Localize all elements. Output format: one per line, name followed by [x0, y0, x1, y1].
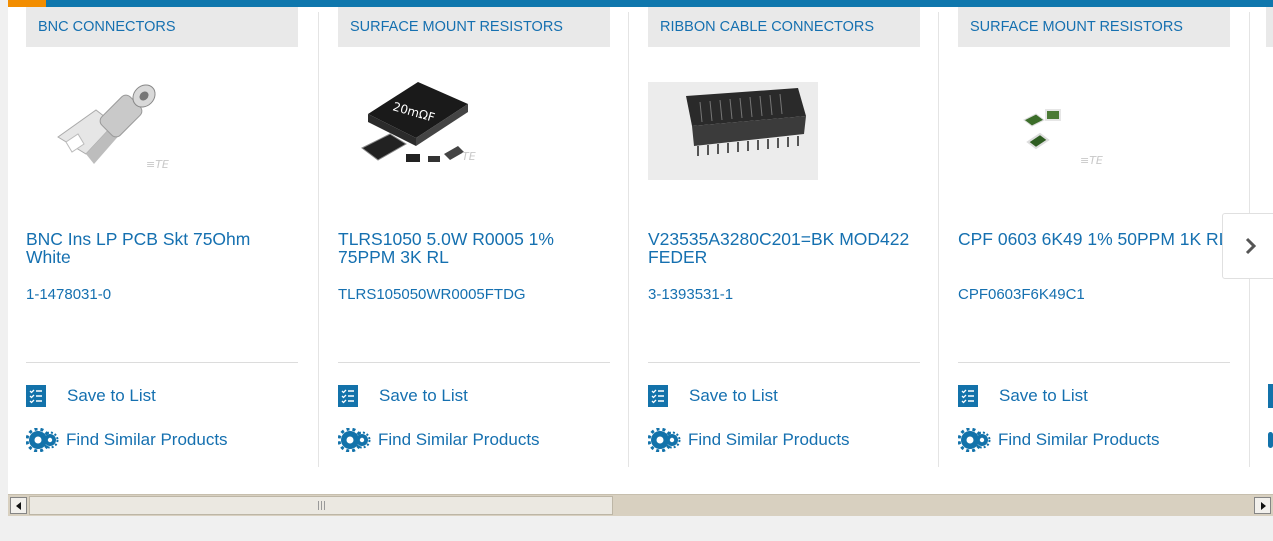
checklist-icon[interactable] — [1268, 384, 1273, 408]
card-divider — [938, 12, 939, 467]
product-title-link[interactable]: CPF 0603 6K49 1% 50PPM 1K RL — [958, 230, 1230, 248]
svg-text:≡TE: ≡TE — [146, 158, 169, 171]
save-to-list-label: Save to List — [999, 386, 1088, 405]
checklist-icon — [26, 385, 46, 407]
card-separator — [26, 362, 298, 363]
product-card: SURFACE MOUNT RESISTORS ≡TE CPF 0603 6K4… — [958, 7, 1230, 467]
save-to-list-label: Save to List — [67, 386, 156, 405]
card-separator — [338, 362, 610, 363]
save-to-list-button[interactable]: Save to List — [26, 384, 156, 408]
page-footer-area — [8, 516, 1273, 541]
find-similar-button[interactable]: Find Similar Products — [26, 428, 228, 452]
chip-resistor-image[interactable]: ≡TE — [958, 82, 1230, 182]
scroll-right-button[interactable] — [1254, 497, 1271, 514]
svg-text:TE: TE — [462, 150, 476, 163]
scrollbar-thumb[interactable] — [29, 496, 613, 515]
grip-icon — [317, 501, 325, 510]
resistor-image[interactable]: 20mΩF TE — [338, 82, 610, 182]
find-similar-label: Find Similar Products — [998, 430, 1160, 449]
carousel-next-button[interactable] — [1222, 213, 1273, 279]
find-similar-button[interactable]: Find Similar Products — [338, 428, 540, 452]
product-carousel: BNC CONNECTORS ≡TE BNC Ins LP PCB Skt 75… — [8, 0, 1273, 494]
gears-icon — [26, 428, 60, 452]
save-to-list-label: Save to List — [379, 386, 468, 405]
save-to-list-button[interactable]: Save to List — [338, 384, 468, 408]
bnc-connector-image[interactable]: ≡TE — [26, 82, 298, 182]
ribbon-connector-image[interactable] — [648, 82, 920, 182]
find-similar-button[interactable]: Find Similar Products — [648, 428, 850, 452]
top-accent-bar — [8, 0, 1273, 7]
product-card: BNC CONNECTORS ≡TE BNC Ins LP PCB Skt 75… — [26, 7, 298, 467]
find-similar-button[interactable]: Find Similar Products — [958, 428, 1160, 452]
find-similar-label: Find Similar Products — [378, 430, 540, 449]
find-similar-label: Find Similar Products — [688, 430, 850, 449]
horizontal-scrollbar[interactable] — [8, 494, 1273, 516]
product-category[interactable]: BNC CONNECTORS — [26, 7, 298, 47]
card-divider — [318, 12, 319, 467]
checklist-icon — [338, 385, 358, 407]
scroll-left-button[interactable] — [10, 497, 27, 514]
product-card: RIBBON CABLE CONNECTORS V23535A3280C201=… — [648, 7, 920, 467]
gears-icon[interactable] — [1268, 432, 1273, 448]
product-title-link[interactable]: TLRS1050 5.0W R0005 1% 75PPM 3K RL — [338, 230, 610, 266]
save-to-list-label: Save to List — [689, 386, 778, 405]
gears-icon — [648, 428, 682, 452]
card-divider — [628, 12, 629, 467]
top-accent-orange — [8, 0, 46, 7]
part-number-link[interactable]: CPF0603F6K49C1 — [958, 286, 1085, 304]
checklist-icon — [958, 385, 978, 407]
part-number-link[interactable]: 3-1393531-1 — [648, 286, 733, 304]
save-to-list-button[interactable]: Save to List — [648, 384, 778, 408]
product-category[interactable] — [1266, 7, 1273, 47]
product-category[interactable]: RIBBON CABLE CONNECTORS — [648, 7, 920, 47]
chevron-right-icon — [1245, 237, 1256, 255]
save-to-list-button[interactable]: Save to List — [958, 384, 1088, 408]
gears-icon — [958, 428, 992, 452]
part-number-link[interactable]: TLRS105050WR0005FTDG — [338, 286, 526, 304]
gears-icon — [338, 428, 372, 452]
arrow-right-icon — [1260, 501, 1266, 510]
product-card: SURFACE MOUNT RESISTORS 20mΩF TE TLRS105… — [338, 7, 610, 467]
find-similar-label: Find Similar Products — [66, 430, 228, 449]
part-number-link[interactable]: 1-1478031-0 — [26, 286, 111, 304]
product-category[interactable]: SURFACE MOUNT RESISTORS — [338, 7, 610, 47]
product-title-link[interactable]: BNC Ins LP PCB Skt 75Ohm White — [26, 230, 298, 266]
card-separator — [648, 362, 920, 363]
card-separator — [958, 362, 1230, 363]
checklist-icon — [648, 385, 668, 407]
product-title-link[interactable]: V23535A3280C201=BK MOD422 FEDER — [648, 230, 920, 266]
svg-text:≡TE: ≡TE — [1080, 154, 1103, 167]
product-category[interactable]: SURFACE MOUNT RESISTORS — [958, 7, 1230, 47]
arrow-left-icon — [15, 501, 21, 510]
